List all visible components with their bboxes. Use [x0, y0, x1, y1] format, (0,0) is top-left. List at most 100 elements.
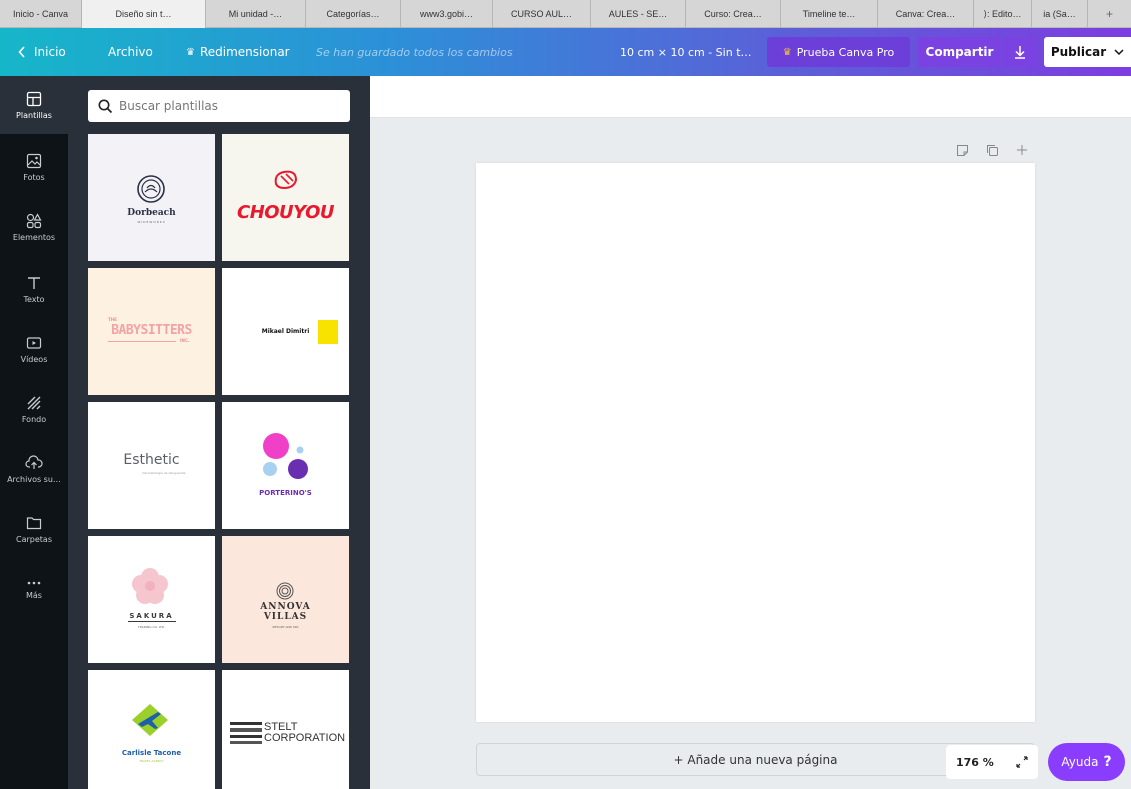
- browser-tab-label: Inicio - Canva: [12, 9, 69, 19]
- question-mark-icon: ?: [1103, 754, 1112, 770]
- template-subtitle: Dermatología de Vanguardia: [142, 471, 186, 475]
- more-icon: [27, 581, 41, 584]
- duplicate-page-button[interactable]: [986, 141, 999, 159]
- template-card-mikael-dimitri[interactable]: Mikael Dimitri: [222, 268, 349, 395]
- browser-tab[interactable]: Mi unidad -…: [206, 0, 306, 28]
- page-note-button[interactable]: [956, 141, 969, 159]
- divider: [128, 621, 176, 622]
- browser-tab-active[interactable]: Diseño sin t…: [82, 0, 206, 28]
- browser-tab-label: Canva: Crea…: [895, 9, 956, 19]
- editor-header: Inicio Archivo ♛ Redimensionar Se han gu…: [0, 28, 1131, 76]
- browser-tab[interactable]: ⟩: Edito…: [974, 0, 1032, 28]
- sidebar-item-uploads[interactable]: Archivos su…: [0, 440, 68, 498]
- file-menu-button[interactable]: Archivo: [108, 28, 153, 76]
- template-card-stelt-corporation[interactable]: STELT CORPORATION: [222, 670, 349, 789]
- try-canva-pro-button[interactable]: ♛ Prueba Canva Pro: [767, 37, 910, 67]
- template-title: PORTERINO'S: [259, 489, 312, 497]
- search-icon: [98, 99, 113, 113]
- background-icon: [27, 396, 41, 409]
- browser-tab-label: Diseño sin t…: [115, 9, 172, 19]
- design-page[interactable]: [476, 163, 1035, 722]
- sidebar-item-label: Elementos: [12, 232, 56, 242]
- sidebar-item-folders[interactable]: Carpetas: [0, 500, 68, 558]
- annova-spiral-icon: [276, 582, 294, 600]
- browser-tab-label: Curso: Crea…: [704, 9, 762, 19]
- sidebar-item-videos[interactable]: Vídeos: [0, 320, 68, 378]
- template-card-esthetic[interactable]: Esthetic Dermatología de Vanguardia: [88, 402, 215, 529]
- template-card-sakura[interactable]: SAKURA TRADING CO. LTD.: [88, 536, 215, 663]
- browser-tab[interactable]: CURSO AUL…: [493, 0, 591, 28]
- save-status: Se han guardado todos los cambios: [316, 28, 513, 76]
- note-icon: [957, 144, 968, 156]
- add-page-icon-button[interactable]: [1016, 141, 1028, 159]
- template-card-annova-villas[interactable]: ANNOVA VILLAS RESORT AND SPA: [222, 536, 349, 663]
- templates-icon: [26, 91, 42, 106]
- duplicate-icon: [987, 144, 998, 156]
- folder-icon: [26, 516, 42, 529]
- template-card-porterinos[interactable]: PORTERINO'S: [222, 402, 349, 529]
- design-title-text: 10 cm × 10 cm - Sin t…: [620, 45, 752, 59]
- browser-tab[interactable]: www3.gobi…: [401, 0, 493, 28]
- chouyou-logo-icon: [274, 170, 298, 190]
- browser-tab[interactable]: ia (Sa…: [1032, 0, 1088, 28]
- resize-button[interactable]: ♛ Redimensionar: [186, 28, 290, 76]
- browser-tab[interactable]: Canva: Crea…: [878, 0, 974, 28]
- browser-tab[interactable]: Inicio - Canva: [0, 0, 82, 28]
- new-tab-icon[interactable]: +: [1088, 0, 1131, 28]
- sidebar-item-photos[interactable]: Fotos: [0, 138, 68, 196]
- photos-icon: [26, 153, 42, 168]
- template-card-dorbeach[interactable]: Dorbeach WIDEWORKS: [88, 134, 215, 261]
- crown-icon: ♛: [186, 46, 195, 58]
- sidebar-item-label: Carpetas: [16, 534, 52, 544]
- porterinos-logo-icon: [263, 433, 308, 479]
- fullscreen-expand-icon[interactable]: [1016, 756, 1028, 768]
- browser-tab[interactable]: Curso: Crea…: [686, 0, 781, 28]
- share-button[interactable]: Compartir: [918, 37, 1001, 67]
- template-subtitle: TRADING CO. LTD.: [137, 625, 166, 629]
- templates-panel: Dorbeach WIDEWORKS CHOUYOU THE BABYSITTE…: [68, 76, 370, 789]
- back-home-label: Inicio: [34, 45, 66, 59]
- template-title-line2: CORPORATION: [264, 732, 346, 744]
- publish-button[interactable]: Publicar: [1044, 37, 1131, 67]
- sidebar-item-label: Plantillas: [16, 110, 52, 120]
- divider: [108, 341, 176, 342]
- template-pretitle: THE: [108, 317, 117, 322]
- template-title: Dorbeach: [127, 208, 176, 218]
- template-title-line2: VILLAS: [263, 612, 308, 622]
- template-card-babysitters[interactable]: THE BABYSITTERS INC.: [88, 268, 215, 395]
- sidebar-item-label: Vídeos: [20, 354, 48, 364]
- back-home-button[interactable]: Inicio: [18, 28, 66, 76]
- browser-tab[interactable]: AULES - SE…: [591, 0, 686, 28]
- template-title: Esthetic: [123, 452, 180, 468]
- help-button[interactable]: Ayuda ?: [1048, 743, 1125, 781]
- resize-label: Redimensionar: [199, 45, 290, 59]
- sidebar-item-text[interactable]: Texto: [0, 260, 68, 318]
- browser-tab-label: Timeline te…: [802, 9, 856, 19]
- browser-tab-bar: Inicio - Canva Diseño sin t… Mi unidad -…: [0, 0, 1131, 28]
- zoom-control[interactable]: 176 %: [946, 745, 1038, 779]
- template-title: Carlisle Tacone: [121, 749, 182, 757]
- template-search[interactable]: [88, 90, 350, 122]
- airplane-logo-icon: [132, 704, 168, 736]
- template-card-carlisle-tacone[interactable]: Carlisle Tacone TRAVEL AGENCY: [88, 670, 215, 789]
- template-subtitle: RESORT AND SPA: [272, 625, 299, 629]
- browser-tab-label: CURSO AUL…: [510, 9, 572, 19]
- template-title: CHOUYOU: [236, 202, 335, 223]
- design-title[interactable]: 10 cm × 10 cm - Sin t…: [620, 28, 752, 76]
- crown-icon: ♛: [782, 46, 792, 58]
- template-subtitle: INC.: [180, 338, 190, 343]
- search-input[interactable]: [119, 99, 319, 113]
- template-subtitle: WIDEWORKS: [137, 220, 166, 224]
- download-button[interactable]: [1004, 37, 1036, 67]
- sidebar-item-more[interactable]: Más: [0, 560, 68, 618]
- browser-tab[interactable]: Categorías…: [306, 0, 401, 28]
- sidebar-item-templates[interactable]: Plantillas: [0, 76, 68, 134]
- template-card-chouyou[interactable]: CHOUYOU: [222, 134, 349, 261]
- sidebar-item-elements[interactable]: Elementos: [0, 198, 68, 256]
- browser-tab-label: AULES - SE…: [608, 9, 668, 19]
- sidebar-item-background[interactable]: Fondo: [0, 380, 68, 438]
- browser-tab[interactable]: Timeline te…: [781, 0, 878, 28]
- uploads-icon: [25, 454, 43, 469]
- template-title: Mikael Dimitri: [261, 328, 310, 335]
- sidebar: Plantillas Fotos Elementos Texto Vídeos …: [0, 76, 68, 789]
